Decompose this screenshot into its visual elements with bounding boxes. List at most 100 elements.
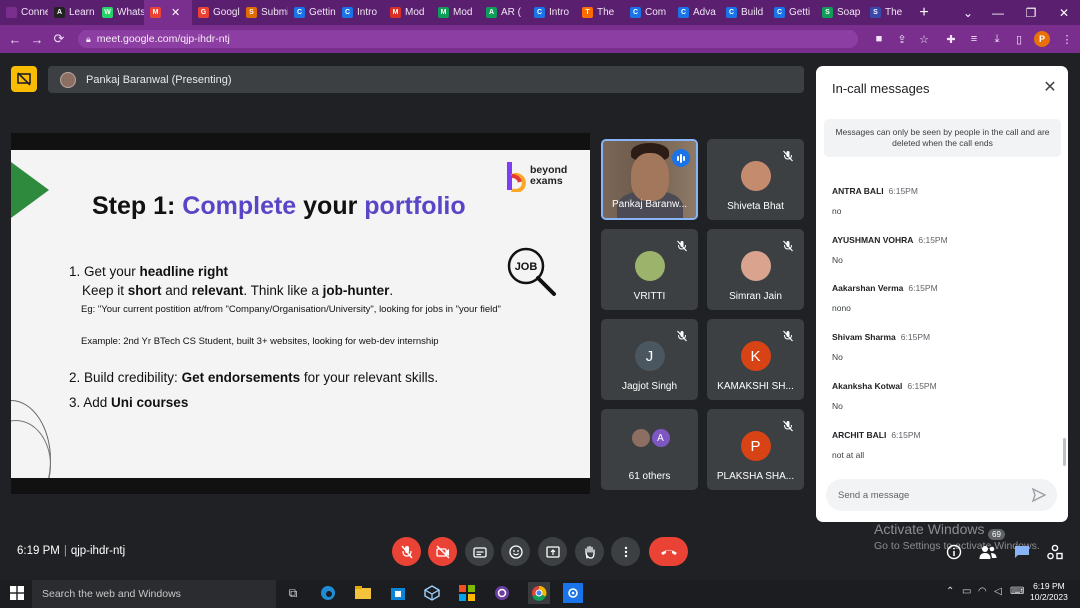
browser-tab[interactable]: C Getting bbox=[288, 0, 336, 25]
file-explorer-icon[interactable] bbox=[354, 584, 372, 602]
participant-avatar bbox=[740, 251, 771, 281]
taskbar-search-box[interactable]: Search the web and Windows bbox=[32, 580, 276, 608]
participant-tile[interactable]: Simran Jain bbox=[707, 229, 804, 310]
download-icon[interactable]: ⤓ bbox=[990, 32, 1004, 46]
browser-menu-icon[interactable]: ⋮ bbox=[1060, 32, 1074, 46]
message-text: no bbox=[832, 206, 842, 216]
cortana-icon[interactable] bbox=[493, 584, 511, 602]
browser-tab[interactable]: A Learn bbox=[48, 0, 96, 25]
store-icon[interactable] bbox=[389, 584, 407, 602]
bookmark-star-icon[interactable]: ☆ bbox=[917, 32, 931, 46]
tab-label: WhatsApp bbox=[117, 7, 144, 18]
camera-off-button[interactable] bbox=[428, 537, 457, 566]
url-field[interactable]: 🔒︎ meet.google.com/qjp-ihdr-ntj bbox=[78, 30, 858, 48]
extensions-icon[interactable]: ✚ bbox=[944, 32, 958, 46]
raise-hand-button[interactable] bbox=[575, 537, 604, 566]
reading-list-icon[interactable]: ≡ bbox=[967, 32, 981, 46]
participant-avatar: P bbox=[740, 431, 771, 461]
windows-start-icon[interactable] bbox=[8, 584, 26, 602]
slide-item-2: 2. Build credibility: Get endorsements f… bbox=[69, 370, 439, 385]
browser-tab[interactable]: M Mod bbox=[432, 0, 480, 25]
share-icon[interactable]: ⇪ bbox=[895, 32, 909, 46]
browser-tab[interactable]: A AR ( bbox=[480, 0, 528, 25]
participant-name: Shiveta Bhat bbox=[727, 201, 784, 212]
people-button[interactable] bbox=[978, 542, 998, 562]
maximize-button[interactable]: ❐ bbox=[1015, 0, 1047, 25]
profile-avatar[interactable]: P bbox=[1034, 31, 1050, 47]
browser-tab[interactable]: S Submit bbox=[240, 0, 288, 25]
back-icon[interactable]: ← bbox=[4, 32, 26, 47]
mic-muted-icon bbox=[782, 419, 794, 432]
leave-call-button[interactable] bbox=[649, 537, 688, 566]
more-options-button[interactable] bbox=[611, 537, 640, 566]
sidebar-icon[interactable]: ▯ bbox=[1012, 32, 1026, 46]
tab-label: The bbox=[597, 7, 615, 18]
chat-button[interactable] bbox=[1012, 542, 1032, 562]
network-icon[interactable]: ◠ bbox=[978, 586, 987, 597]
browser-tab[interactable]: C Getti bbox=[768, 0, 816, 25]
participant-tile[interactable]: A 61 others bbox=[601, 409, 698, 490]
chrome-icon[interactable] bbox=[528, 582, 550, 604]
reload-icon[interactable]: ⟳ bbox=[48, 31, 70, 47]
tab-favicon-icon: A bbox=[486, 7, 497, 18]
battery-icon: ▭ bbox=[962, 586, 972, 597]
chat-scrollbar[interactable] bbox=[1063, 438, 1066, 466]
browser-tab[interactable]: C Intro bbox=[528, 0, 576, 25]
send-icon[interactable] bbox=[1032, 488, 1046, 502]
photos-icon[interactable] bbox=[458, 584, 476, 602]
captions-button[interactable] bbox=[465, 537, 494, 566]
volume-icon[interactable]: ◁ bbox=[994, 586, 1002, 597]
participant-tile[interactable]: Shiveta Bhat bbox=[707, 139, 804, 220]
tab-label: Submit bbox=[261, 7, 288, 18]
browser-tab[interactable]: Connect bbox=[0, 0, 48, 25]
taskbar-clock[interactable]: 6:19 PM 10/2/2023 bbox=[1030, 581, 1068, 603]
close-window-button[interactable]: ✕ bbox=[1048, 0, 1080, 25]
browser-tab[interactable]: C Com bbox=[624, 0, 672, 25]
participant-tile[interactable]: Pankaj Baranw... bbox=[601, 139, 698, 220]
mic-off-button[interactable] bbox=[392, 537, 421, 566]
forward-icon[interactable]: → bbox=[26, 32, 48, 47]
browser-tab[interactable]: S The bbox=[864, 0, 912, 25]
browser-tab[interactable]: W WhatsApp bbox=[96, 0, 144, 25]
3d-viewer-icon[interactable] bbox=[423, 584, 441, 602]
tab-strip: ConnectALearnWWhatsAppM✕GGoogleSSubmitCG… bbox=[0, 0, 1080, 25]
browser-tab[interactable]: C Adva bbox=[672, 0, 720, 25]
settings-app-icon[interactable] bbox=[563, 583, 583, 603]
new-tab-button[interactable]: + bbox=[912, 4, 936, 22]
beyond-exams-logo: beyond exams bbox=[505, 160, 567, 192]
participant-tile[interactable]: P PLAKSHA SHA... bbox=[707, 409, 804, 490]
message-time: 6:15PM bbox=[900, 332, 931, 342]
browser-tab[interactable]: M Mod bbox=[384, 0, 432, 25]
meeting-details-button[interactable] bbox=[944, 542, 964, 562]
browser-tab[interactable]: M ✕ bbox=[144, 0, 192, 25]
browser-tab[interactable]: S Soap bbox=[816, 0, 864, 25]
tray-chevron-icon[interactable]: ⌃ bbox=[946, 586, 954, 597]
tab-close-icon[interactable]: ✕ bbox=[171, 6, 180, 19]
activities-button[interactable] bbox=[1045, 542, 1065, 562]
participant-tile[interactable]: VRITTI bbox=[601, 229, 698, 310]
reactions-button[interactable] bbox=[501, 537, 530, 566]
message-text: not at all bbox=[832, 450, 865, 460]
tab-search-icon[interactable]: ⌄ bbox=[952, 0, 984, 25]
minimize-button[interactable]: — bbox=[982, 0, 1014, 25]
chat-message: Shivam Sharma 6:15PM No bbox=[832, 327, 930, 362]
browser-tab[interactable]: C Build bbox=[720, 0, 768, 25]
edge-icon[interactable] bbox=[319, 584, 337, 602]
slide-item-1-detail: Keep it short and relevant. Think like a… bbox=[82, 283, 394, 298]
task-view-icon[interactable]: ⧉ bbox=[284, 584, 302, 602]
participant-tile[interactable]: K KAMAKSHI SH... bbox=[707, 319, 804, 400]
presentation-icon[interactable] bbox=[11, 66, 37, 92]
url-text: meet.google.com/qjp-ihdr-ntj bbox=[96, 33, 230, 45]
logo-mark-icon bbox=[507, 162, 526, 192]
camera-icon[interactable]: ■ bbox=[872, 32, 886, 46]
participant-tile[interactable]: J Jagjot Singh bbox=[601, 319, 698, 400]
browser-tab[interactable]: C Intro bbox=[336, 0, 384, 25]
present-screen-button[interactable] bbox=[538, 537, 567, 566]
camera-off-icon bbox=[435, 545, 449, 558]
language-icon[interactable]: ⌨ bbox=[1010, 586, 1024, 597]
browser-tab[interactable]: G Google bbox=[192, 0, 240, 25]
chat-message-input[interactable]: Send a message bbox=[826, 479, 1057, 511]
close-icon[interactable]: ✕ bbox=[1042, 79, 1058, 96]
message-time: 6:15PM bbox=[908, 283, 938, 293]
browser-tab[interactable]: T The bbox=[576, 0, 624, 25]
